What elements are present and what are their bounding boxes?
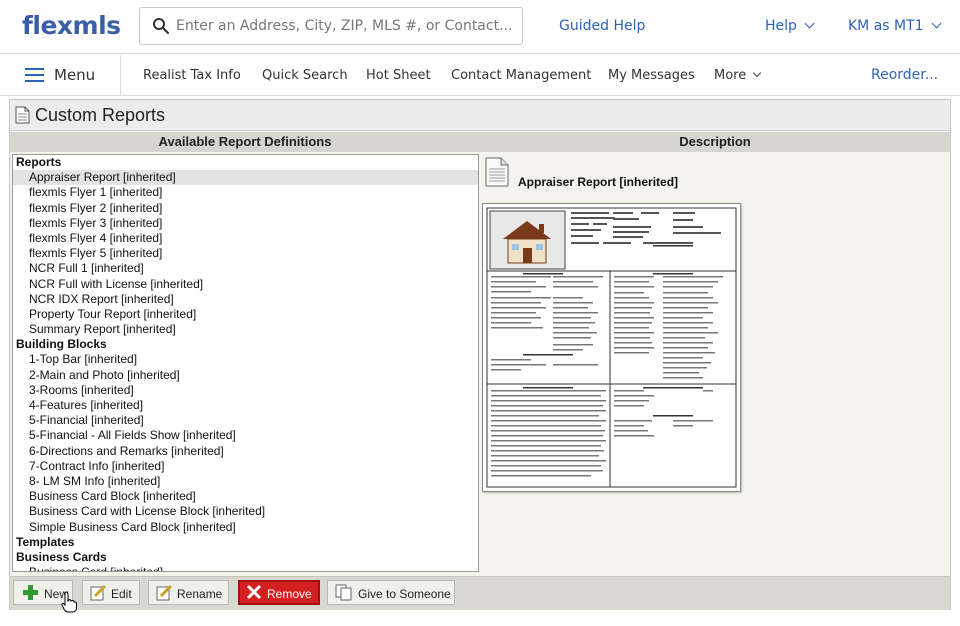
nav-more[interactable]: More: [714, 68, 762, 83]
available-reports-header: Available Report Definitions: [10, 132, 480, 152]
reorder-link[interactable]: Reorder...: [871, 67, 938, 83]
list-item[interactable]: flexmls Flyer 4 [inherited]: [13, 231, 478, 246]
nav-realist-tax-info[interactable]: Realist Tax Info: [143, 68, 241, 83]
list-item[interactable]: 1-Top Bar [inherited]: [13, 352, 478, 367]
list-item[interactable]: 6-Directions and Remarks [inherited]: [13, 444, 478, 459]
list-item[interactable]: NCR IDX Report [inherited]: [13, 292, 478, 307]
chevron-down-icon: [931, 18, 942, 29]
report-definitions-list[interactable]: Reports Appraiser Report [inherited] flexm…: [12, 154, 479, 572]
list-item[interactable]: 7-Contract Info [inherited]: [13, 459, 478, 474]
list-item[interactable]: flexmls Flyer 3 [inherited]: [13, 216, 478, 231]
list-item[interactable]: Summary Report [inherited]: [13, 322, 478, 337]
edit-button[interactable]: Edit: [82, 580, 140, 605]
give-to-someone-button[interactable]: Give to Someone: [327, 580, 455, 605]
rename-label: Rename: [177, 587, 223, 601]
rename-button[interactable]: Rename: [148, 580, 229, 605]
nav-my-messages[interactable]: My Messages: [608, 68, 695, 83]
list-item[interactable]: Business Card [inherited]: [13, 565, 478, 571]
user-dropdown[interactable]: KM as MT1: [848, 18, 942, 34]
chevron-down-icon: [752, 68, 762, 78]
page-title: Custom Reports: [35, 105, 166, 125]
description-title: Appraiser Report [inherited]: [518, 175, 679, 189]
plus-icon: [23, 585, 38, 600]
list-item[interactable]: Appraiser Report [inherited]: [13, 170, 478, 186]
help-dropdown[interactable]: Help: [765, 18, 815, 34]
document-icon: [15, 106, 30, 124]
list-item[interactable]: 5-Financial [inherited]: [13, 413, 478, 428]
main-nav: Menu Realist Tax Info Quick Search Hot S…: [0, 55, 960, 96]
title-bar: Custom Reports: [10, 100, 950, 131]
edit-pencil-icon: [90, 584, 107, 601]
report-document-icon: [485, 157, 509, 187]
list-item[interactable]: Property Tour Report [inherited]: [13, 307, 478, 322]
list-item[interactable]: flexmls Flyer 5 [inherited]: [13, 246, 478, 261]
search-icon: [153, 18, 170, 35]
list-item[interactable]: Business Card with License Block [inheri…: [13, 504, 478, 519]
list-group-header: Templates: [16, 534, 75, 549]
edit-label: Edit: [111, 587, 132, 601]
flexmls-logo[interactable]: flexmls: [22, 11, 121, 40]
hamburger-icon: [25, 68, 44, 82]
help-label: Help: [765, 18, 797, 34]
menu-label: Menu: [54, 66, 96, 84]
list-item[interactable]: 4-Features [inherited]: [13, 398, 478, 413]
guided-help-link[interactable]: Guided Help: [559, 18, 645, 34]
list-group-header: Reports: [16, 155, 62, 169]
close-icon: [246, 584, 262, 600]
search-box[interactable]: [139, 7, 523, 45]
report-preview-thumbnail: [482, 203, 741, 492]
list-group-header: Building Blocks: [16, 337, 107, 352]
top-header: flexmls Guided Help Help KM as MT1: [0, 0, 960, 54]
action-button-bar: New Edit Rename Remove Give to Someone: [10, 576, 950, 610]
copy-document-icon: [335, 584, 352, 601]
description-header: Description: [480, 132, 950, 152]
nav-more-label: More: [714, 68, 747, 83]
nav-contact-management[interactable]: Contact Management: [451, 68, 591, 83]
user-label: KM as MT1: [848, 18, 924, 34]
search-input[interactable]: [176, 14, 516, 38]
list-item[interactable]: flexmls Flyer 1 [inherited]: [13, 185, 478, 200]
nav-hot-sheet[interactable]: Hot Sheet: [366, 68, 431, 83]
list-item[interactable]: 2-Main and Photo [inherited]: [13, 368, 478, 383]
give-label: Give to Someone: [358, 587, 451, 601]
list-group-header: Business Cards: [16, 549, 107, 564]
chevron-down-icon: [804, 18, 815, 29]
nav-quick-search[interactable]: Quick Search: [262, 68, 348, 83]
remove-label: Remove: [267, 587, 312, 601]
list-item[interactable]: 8- LM SM Info [inherited]: [13, 474, 478, 489]
list-item[interactable]: flexmls Flyer 2 [inherited]: [13, 201, 478, 216]
remove-button[interactable]: Remove: [238, 580, 320, 605]
menu-button[interactable]: Menu: [0, 55, 121, 95]
list-item[interactable]: NCR Full with License [inherited]: [13, 277, 478, 292]
custom-reports-panel: Custom Reports Available Report Definiti…: [9, 99, 951, 610]
list-item[interactable]: Simple Business Card Block [inherited]: [13, 520, 478, 535]
hand-cursor-icon: [61, 591, 77, 613]
list-item[interactable]: 5-Financial - All Fields Show [inherited…: [13, 428, 478, 443]
rename-icon: [156, 584, 173, 601]
list-item[interactable]: Business Card Block [inherited]: [13, 489, 478, 504]
report-preview-image: [486, 207, 737, 488]
list-item[interactable]: NCR Full 1 [inherited]: [13, 261, 478, 276]
list-item[interactable]: 3-Rooms [inherited]: [13, 383, 478, 398]
